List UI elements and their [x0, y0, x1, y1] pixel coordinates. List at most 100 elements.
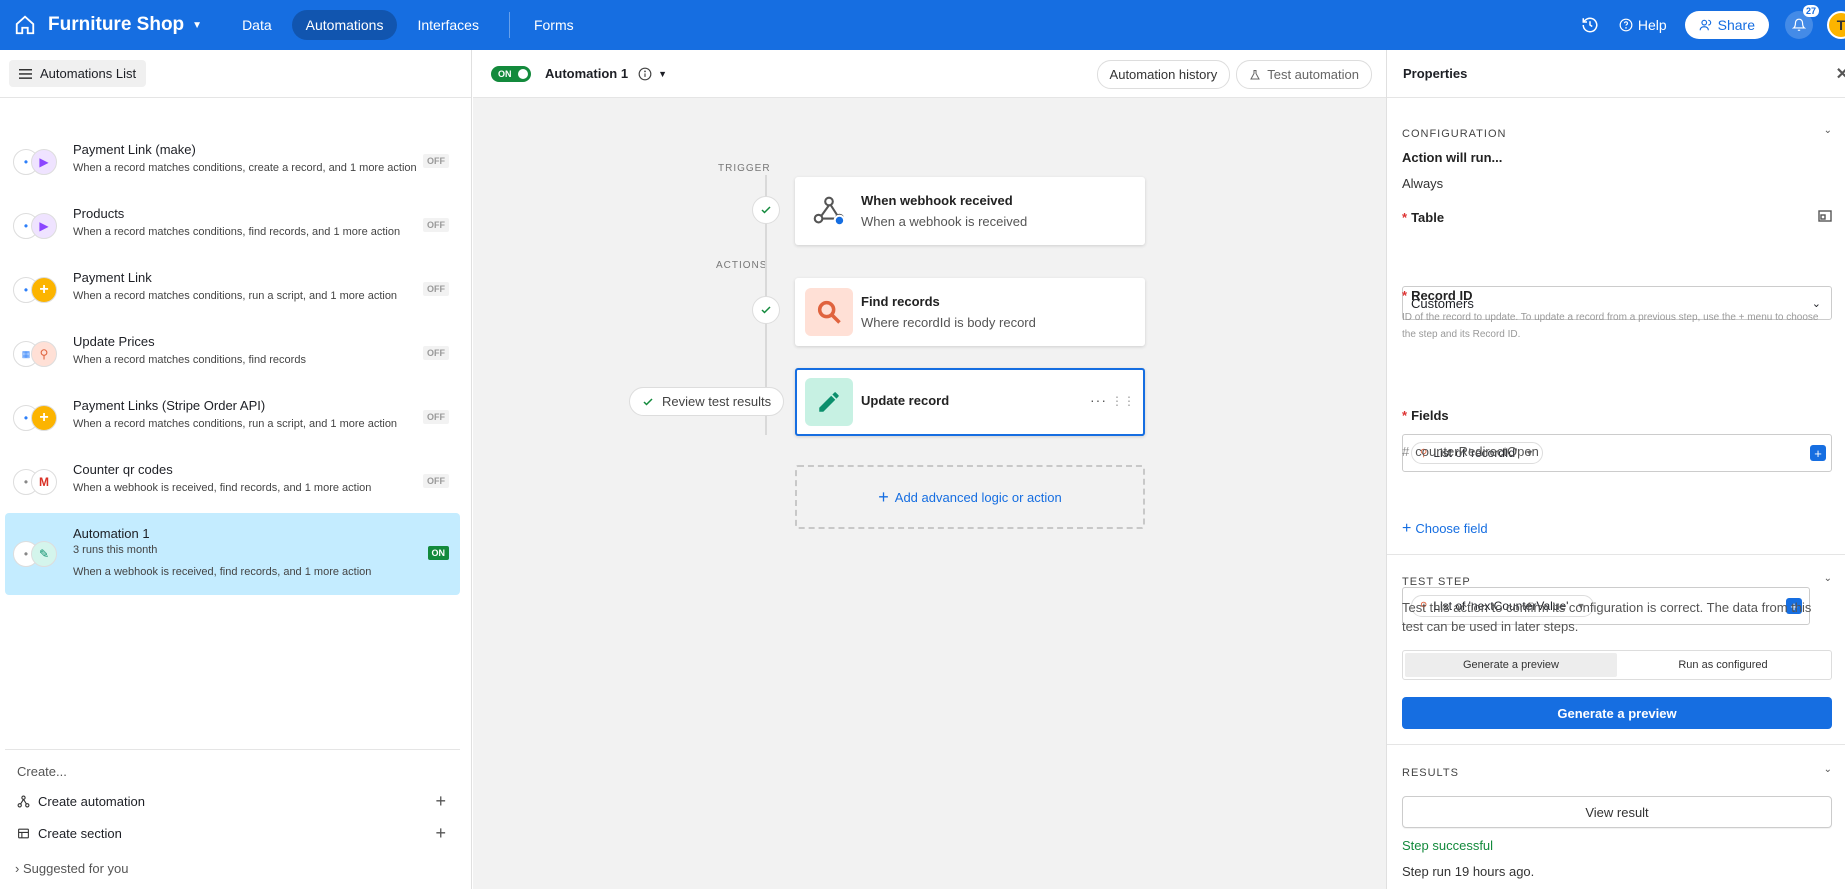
list-item-selected[interactable]: • ✎ Automation 1 3 runs this month When …	[5, 513, 460, 595]
trigger-step-card[interactable]: When webhook received When a webhook is …	[795, 177, 1145, 245]
automation-name: Payment Links (Stripe Order API)	[73, 398, 266, 413]
update-record-step-card[interactable]: Update record ··· ⋮⋮	[795, 368, 1145, 436]
create-automation-button[interactable]: Create automation +	[5, 785, 460, 817]
test-step-title[interactable]: TEST STEP	[1402, 576, 1471, 588]
configuration-title[interactable]: CONFIGURATION	[1402, 128, 1506, 140]
create-section-button[interactable]: Create section +	[5, 817, 460, 849]
chevron-down-icon[interactable]: ⌄	[1824, 125, 1832, 136]
step-title: Find records	[861, 294, 940, 309]
step-title: When webhook received	[861, 193, 1013, 208]
header-buttons: Automation history Test automation	[1091, 60, 1372, 89]
search-icon	[805, 288, 853, 336]
automation-name: Automation 1	[73, 526, 150, 541]
plus-icon: +	[31, 277, 57, 303]
automation-icons: • M	[13, 469, 63, 495]
more-icon[interactable]: ···	[1090, 392, 1107, 408]
automation-icons: ▦ ⚲	[13, 341, 63, 367]
create-section-label: Create section	[38, 825, 122, 841]
status-badge: OFF	[423, 154, 449, 168]
action-run-value[interactable]: Always	[1402, 176, 1832, 191]
share-button[interactable]: Share	[1684, 11, 1769, 39]
automation-icons: • +	[13, 277, 63, 303]
list-item[interactable]: • M Counter qr codes When a webhook is r…	[5, 449, 460, 513]
list-item[interactable]: • ▶ Products When a record matches condi…	[5, 193, 460, 257]
notifications-button[interactable]: 27	[1785, 5, 1819, 39]
divider	[1387, 554, 1845, 555]
step-subtitle: Where recordId is body record	[861, 315, 1036, 330]
status-badge: OFF	[423, 474, 449, 488]
list-item[interactable]: ▦ ⚲ Update Prices When a record matches …	[5, 321, 460, 385]
automation-canvas: ON Automation 1 ▼ Automation history Tes…	[473, 50, 1386, 889]
menu-icon	[19, 68, 32, 79]
automation-history-button[interactable]: Automation history	[1096, 60, 1231, 89]
status-badge: OFF	[423, 218, 449, 232]
drag-handle-icon[interactable]: ⋮⋮	[1111, 394, 1135, 408]
automation-desc: When a record matches conditions, find r…	[73, 354, 306, 366]
results-title[interactable]: RESULTS	[1402, 767, 1459, 779]
nav-forms[interactable]: Forms	[520, 10, 588, 40]
automation-toggle[interactable]: ON	[491, 65, 531, 82]
required-marker: *	[1402, 288, 1408, 303]
play-icon: ▶	[31, 149, 57, 175]
home-icon[interactable]	[14, 14, 36, 36]
chevron-down-icon[interactable]: ▼	[192, 20, 202, 31]
chevron-down-icon[interactable]: ▼	[658, 69, 667, 79]
close-icon[interactable]: ✕	[1836, 64, 1845, 84]
properties-panel: Properties ✕ CONFIGURATION ⌄ Action will…	[1386, 50, 1845, 889]
plus-icon: +	[31, 405, 57, 431]
add-logic-button[interactable]: + Add advanced logic or action	[795, 465, 1145, 529]
automation-title[interactable]: Automation 1	[545, 66, 628, 81]
generate-preview-button[interactable]: Generate a preview	[1402, 697, 1832, 729]
run-as-configured-tab[interactable]: Run as configured	[1617, 653, 1829, 677]
automation-desc: When a record matches conditions, run a …	[73, 418, 398, 430]
automation-name: Payment Link	[73, 270, 152, 285]
history-icon[interactable]	[1581, 16, 1599, 34]
users-icon	[1699, 19, 1711, 31]
review-test-results-button[interactable]: Review test results	[629, 387, 785, 416]
plus-icon[interactable]: +	[435, 791, 446, 812]
field-name: counterRedirectOpen	[1415, 444, 1539, 459]
nav-interfaces[interactable]: Interfaces	[403, 10, 492, 40]
properties-header: Properties ✕	[1387, 50, 1845, 98]
info-icon[interactable]	[638, 67, 652, 81]
flask-icon	[1250, 69, 1261, 79]
create-footer: Create... Create automation + Create sec…	[5, 749, 460, 876]
automation-icons: • ▶	[13, 149, 63, 175]
list-item[interactable]: • ▶ Payment Link (make) When a record ma…	[5, 129, 460, 193]
play-icon: ▶	[31, 213, 57, 239]
test-automation-button[interactable]: Test automation	[1236, 60, 1372, 89]
chevron-down-icon[interactable]: ⌄	[1824, 764, 1832, 775]
app-title[interactable]: Furniture Shop	[48, 14, 184, 36]
suggested-label: Suggested for you	[22, 861, 129, 876]
nav-data[interactable]: Data	[228, 10, 286, 40]
plus-icon: +	[878, 486, 889, 507]
nav-automations[interactable]: Automations	[291, 10, 398, 40]
create-automation-label: Create automation	[38, 793, 145, 809]
fields-label-text: Fields	[1411, 408, 1449, 423]
canvas-header: ON Automation 1 ▼ Automation history Tes…	[473, 50, 1386, 98]
notification-count: 27	[1802, 5, 1819, 17]
trigger-label: TRIGGER	[718, 163, 771, 174]
list-item[interactable]: • + Payment Link When a record matches c…	[5, 257, 460, 321]
automation-desc: When a record matches conditions, create…	[73, 162, 417, 174]
automation-icons: • ✎	[13, 541, 63, 567]
help-button[interactable]: Help	[1619, 17, 1667, 33]
automation-name: Products	[73, 206, 125, 221]
list-item[interactable]: • + Payment Links (Stripe Order API) Whe…	[5, 385, 460, 449]
expand-icon[interactable]	[1818, 210, 1832, 222]
pencil-icon	[805, 378, 853, 426]
view-result-button[interactable]: View result	[1402, 796, 1832, 828]
chevron-down-icon[interactable]: ⌄	[1824, 573, 1832, 584]
choose-field-button[interactable]: + Choose field	[1402, 520, 1832, 538]
automation-name: Counter qr codes	[73, 462, 173, 477]
suggested-toggle[interactable]: › Suggested for you	[15, 861, 460, 876]
avatar[interactable]: T	[1827, 11, 1845, 39]
find-records-step-card[interactable]: Find records Where recordId is body reco…	[795, 278, 1145, 346]
field-row: # counterRedirectOpen	[1402, 444, 1832, 459]
automation-icons: • +	[13, 405, 63, 431]
automations-list-button[interactable]: Automations List	[9, 60, 147, 87]
test-automation-label: Test automation	[1267, 67, 1359, 82]
generate-preview-tab[interactable]: Generate a preview	[1405, 653, 1617, 677]
plus-icon[interactable]: +	[435, 823, 446, 844]
step-status: Step successful	[1402, 838, 1494, 853]
